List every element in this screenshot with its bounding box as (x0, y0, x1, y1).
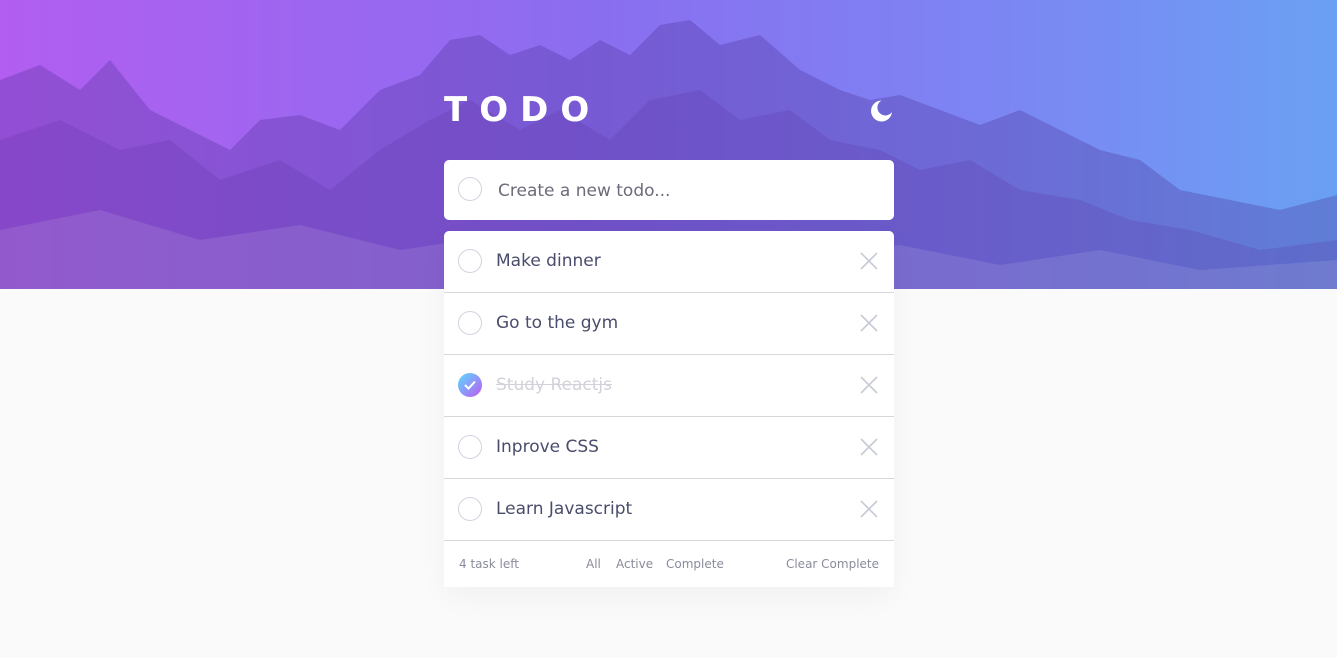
new-todo-input[interactable] (496, 174, 880, 208)
todo-item: Study Reactjs (444, 355, 894, 417)
app-header: TODO (444, 88, 894, 136)
list-footer: 4 task left All Active Complete Clear Co… (444, 541, 894, 587)
todo-list: Make dinner Go to the gym Study Reactjs … (444, 231, 894, 587)
new-todo-panel (444, 160, 894, 220)
items-left-count: 4 task left (459, 557, 519, 571)
todo-text[interactable]: Learn Javascript (496, 497, 632, 521)
new-todo-circle-icon[interactable] (458, 177, 482, 201)
delete-cross-icon[interactable] (860, 438, 878, 456)
todo-text[interactable]: Make dinner (496, 249, 601, 273)
check-circle-icon[interactable] (458, 311, 482, 335)
moon-icon[interactable] (868, 98, 894, 124)
app-title: TODO (444, 90, 602, 130)
filter-all-button[interactable]: All (586, 557, 601, 571)
todo-text-completed[interactable]: Study Reactjs (496, 373, 612, 397)
todo-item: Learn Javascript (444, 479, 894, 541)
todo-item: Make dinner (444, 231, 894, 293)
clear-completed-button[interactable]: Clear Complete (786, 557, 879, 571)
todo-text[interactable]: Inprove CSS (496, 435, 599, 459)
delete-cross-icon[interactable] (860, 314, 878, 332)
delete-cross-icon[interactable] (860, 500, 878, 518)
todo-text[interactable]: Go to the gym (496, 311, 618, 335)
filter-complete-button[interactable]: Complete (666, 557, 724, 571)
todo-item: Inprove CSS (444, 417, 894, 479)
delete-cross-icon[interactable] (860, 252, 878, 270)
todo-item: Go to the gym (444, 293, 894, 355)
check-circle-icon[interactable] (458, 497, 482, 521)
check-circle-icon[interactable] (458, 435, 482, 459)
check-circle-icon[interactable] (458, 249, 482, 273)
filter-active-button[interactable]: Active (616, 557, 653, 571)
delete-cross-icon[interactable] (860, 376, 878, 394)
checked-check-icon[interactable] (458, 373, 482, 397)
